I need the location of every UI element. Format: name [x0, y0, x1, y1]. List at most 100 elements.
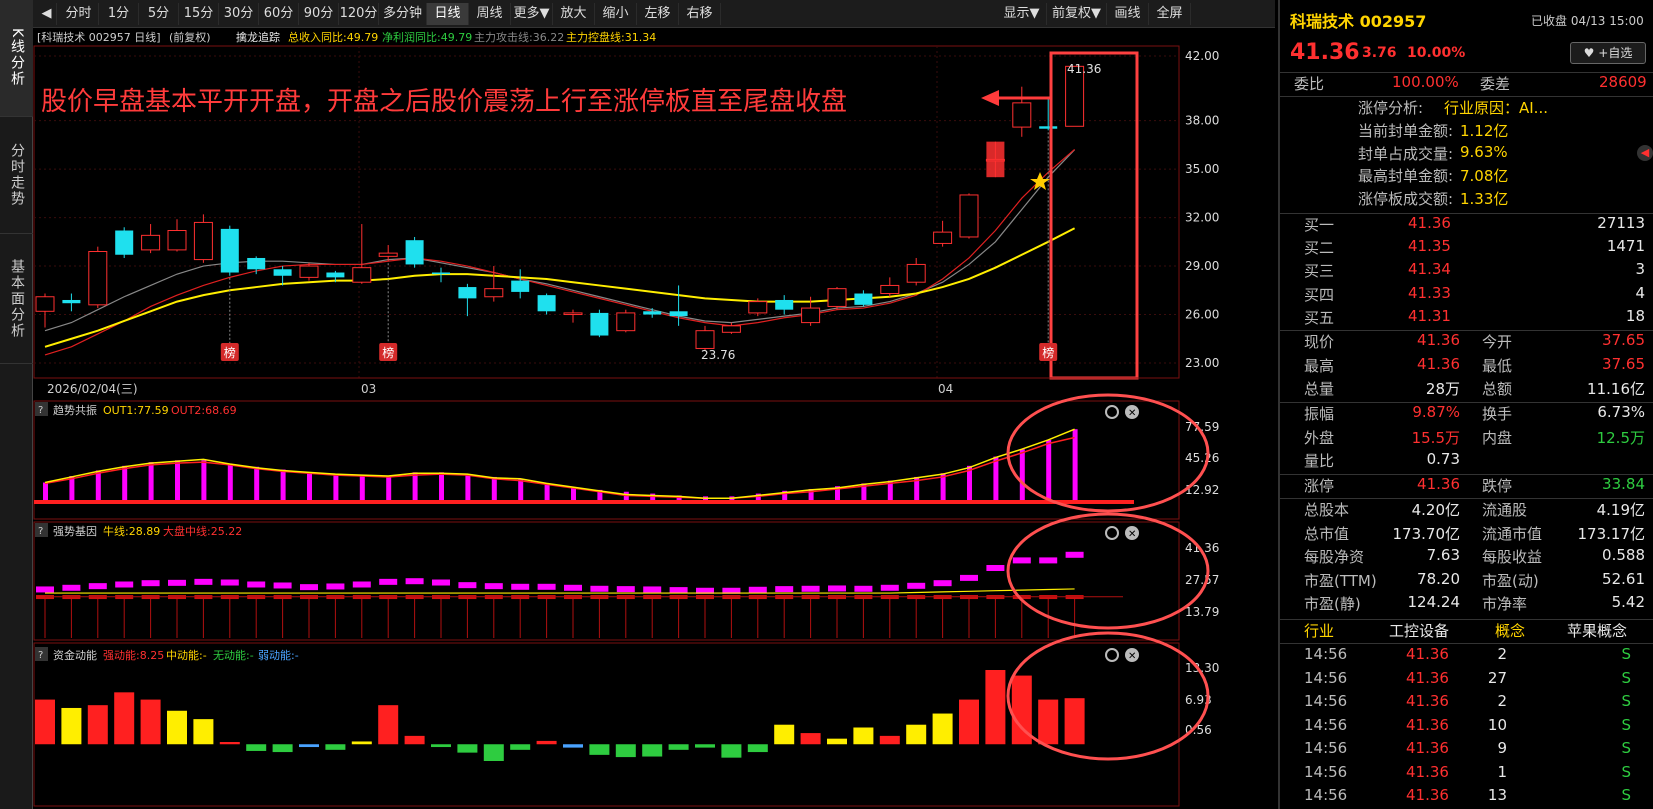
- candle-body: [880, 284, 900, 295]
- concept-value[interactable]: 苹果概念: [1567, 620, 1627, 641]
- quote-label: 今开: [1482, 333, 1513, 351]
- quote-row: 最高 41.36 最低 37.65: [1280, 355, 1653, 378]
- chart-area[interactable]: [科瑞技术 002957 日线] (前复权) 擒龙追踪 总收入同比:49.79 …: [33, 28, 1275, 809]
- tab-intraday[interactable]: 分时走势: [0, 117, 33, 234]
- period-button[interactable]: 右移: [679, 3, 721, 25]
- trend-bar: [307, 472, 312, 501]
- limit-metric-label: 封单占成交量:: [1358, 144, 1454, 163]
- tick-volume: 13: [1487, 786, 1507, 804]
- tab-kline-analysis[interactable]: K线分析: [0, 0, 33, 117]
- sub2-axis-tick: 13.79: [1185, 605, 1219, 619]
- quote-value: 173.17亿: [1577, 524, 1646, 543]
- quote-value: 0.588: [1602, 546, 1645, 564]
- candle-body: [801, 307, 821, 324]
- quote-value: 9.87%: [1412, 403, 1460, 421]
- fund-bar: [35, 699, 55, 745]
- period-button[interactable]: 1分: [99, 3, 139, 25]
- period-button[interactable]: 放大: [553, 3, 595, 25]
- gene-block: [1039, 557, 1058, 564]
- tick-side: S: [1621, 739, 1631, 757]
- period-button[interactable]: 日线: [427, 3, 469, 25]
- bid-price: 41.33: [1408, 283, 1451, 302]
- bid-level-label: 买三: [1304, 262, 1335, 281]
- candle-body: [141, 234, 161, 251]
- candle-body: [721, 325, 741, 333]
- quote-label: 总股本: [1304, 501, 1350, 519]
- tick-price: 41.36: [1406, 762, 1449, 781]
- back-icon[interactable]: ◀: [37, 3, 57, 25]
- trend-bar: [1019, 449, 1025, 501]
- quote-value: 28万: [1425, 380, 1460, 398]
- candle-body: [827, 288, 847, 307]
- limit-metric-label: 当前封单金额:: [1358, 122, 1454, 140]
- y-axis-tick: 42.00: [1185, 49, 1219, 63]
- period-button[interactable]: 90分: [299, 3, 339, 25]
- toolbar-right-button[interactable]: 显示▼: [997, 3, 1047, 25]
- sub3-title: 资金动能: [53, 648, 97, 662]
- tick-row: 14:56 41.36 10 S: [1280, 716, 1653, 739]
- tab-fundamentals[interactable]: 基本面分析: [0, 234, 33, 364]
- y-axis-tick: 23.00: [1185, 356, 1219, 370]
- tick-side: S: [1621, 762, 1631, 781]
- x-axis-label-mar: 03: [361, 382, 376, 396]
- trend-bar: [359, 475, 365, 501]
- sub2-close-icon[interactable]: ✕: [1125, 526, 1139, 540]
- bid-volume: 27113: [1597, 214, 1645, 232]
- gene-block: [933, 580, 952, 587]
- gene-block: [405, 578, 424, 585]
- svg-text:?: ?: [38, 650, 43, 661]
- fund-bar: [140, 699, 161, 745]
- quote-value: 41.36: [1417, 331, 1460, 349]
- svg-text:✕: ✕: [1128, 529, 1136, 540]
- quote-label: 总额: [1482, 380, 1513, 398]
- period-button[interactable]: 15分: [179, 3, 219, 25]
- gene-block: [537, 583, 556, 590]
- quote-value: 15.5万: [1411, 428, 1460, 447]
- period-button[interactable]: 更多▼: [511, 3, 553, 25]
- list-badge-label: 榜: [382, 345, 394, 360]
- limit-metric-row: 封单占成交量: 9.63%: [1280, 143, 1653, 166]
- limit-metric-value: 9.63%: [1460, 142, 1508, 161]
- trend-bar: [43, 482, 48, 501]
- fund-bar: [563, 744, 583, 748]
- period-button[interactable]: 30分: [219, 3, 259, 25]
- toolbar-right-button[interactable]: 画线: [1107, 3, 1149, 25]
- tick-volume: 27: [1487, 668, 1507, 687]
- period-button[interactable]: 60分: [259, 3, 299, 25]
- candle-body: [458, 287, 477, 299]
- trend-bar: [386, 476, 392, 501]
- last-price: 41.36: [1290, 40, 1360, 65]
- tick-volume: 2: [1497, 692, 1507, 710]
- toolbar-right-button[interactable]: 全屏: [1149, 3, 1191, 25]
- trend-bar: [993, 456, 999, 501]
- quote-value: 7.63: [1426, 546, 1460, 564]
- gene-block: [1065, 551, 1084, 558]
- quote-row: 涨停 41.36 跌停 33.84: [1280, 475, 1653, 498]
- period-button[interactable]: 120分: [339, 3, 379, 25]
- quote-label: 现价: [1304, 333, 1335, 351]
- toolbar-right-button[interactable]: 前复权▼: [1047, 3, 1107, 25]
- tick-side: S: [1621, 668, 1631, 687]
- quote-value: 52.61: [1602, 569, 1645, 588]
- period-button[interactable]: 左移: [637, 3, 679, 25]
- industry-value[interactable]: 工控设备: [1389, 620, 1449, 641]
- add-watchlist-button[interactable]: ♥ +自选: [1570, 42, 1646, 64]
- sub3-close-icon[interactable]: ✕: [1125, 648, 1139, 662]
- fund-bar: [932, 713, 953, 745]
- period-button[interactable]: 缩小: [595, 3, 637, 25]
- limit-analysis-reason[interactable]: 行业原因：AI...: [1444, 97, 1548, 118]
- collapse-panel-icon[interactable]: ◀: [1637, 145, 1653, 161]
- tick-price: 41.36: [1406, 668, 1449, 687]
- sub1-close-icon[interactable]: ✕: [1125, 405, 1139, 419]
- fund-bar: [668, 744, 689, 750]
- gene-block: [828, 585, 846, 592]
- quote-row: 总市值 173.70亿 流通市值 173.17亿: [1280, 523, 1653, 546]
- fund-bar: [589, 744, 610, 755]
- period-button[interactable]: 分时: [59, 3, 99, 25]
- period-button[interactable]: 周线: [469, 3, 511, 25]
- chart-adjust-label: (前复权): [169, 30, 211, 44]
- candle-body: [748, 301, 768, 314]
- limit-metric-row: 最高封单金额: 7.08亿: [1280, 165, 1653, 188]
- period-button[interactable]: 5分: [139, 3, 179, 25]
- period-button[interactable]: 多分钟: [379, 3, 427, 25]
